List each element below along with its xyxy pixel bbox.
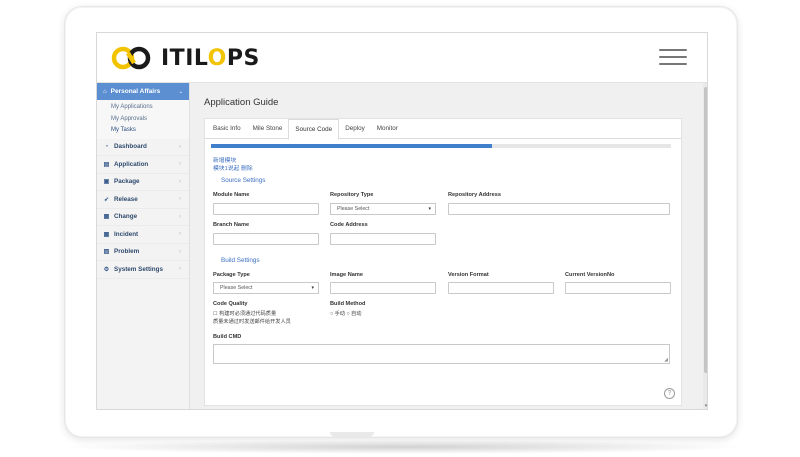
build-method-label: Build Method [330, 301, 366, 307]
repository-address-label: Repository Address [448, 192, 501, 198]
sidebar-item-application[interactable]: ▤ Application › [97, 156, 189, 174]
scrollbar[interactable]: ▾ [703, 83, 707, 409]
brand-logo[interactable]: ITILOPS [111, 45, 260, 71]
page-title: Application Guide [204, 97, 279, 108]
application-icon: ▤ [103, 161, 110, 168]
sidebar-subitem-my-tasks[interactable]: My Tasks [111, 125, 189, 137]
image-name-input[interactable] [330, 282, 436, 294]
repository-address-input[interactable] [448, 203, 670, 215]
module-name-input[interactable] [213, 203, 319, 215]
guide-card: Basic Info Mile Stone Source Code Deploy… [204, 118, 682, 406]
scrollbar-thumb[interactable] [704, 87, 707, 373]
laptop-shadow [60, 440, 750, 454]
sidebar-item-package[interactable]: ▣ Package › [97, 174, 189, 191]
caret-down-icon: ▾ [311, 285, 314, 291]
sidebar-item-change[interactable]: ▦ Change › [97, 209, 189, 226]
sidebar-item-system-settings[interactable]: ⚙ System Settings › [97, 261, 189, 279]
tab-mile-stone[interactable]: Mile Stone [247, 119, 289, 139]
chevron-right-icon: › [179, 231, 181, 238]
resize-grip-icon[interactable]: ◢ [664, 357, 668, 363]
scroll-down-icon[interactable]: ▾ [703, 403, 707, 409]
radio-icon[interactable]: ○ [346, 311, 349, 317]
build-settings-title: Build Settings [221, 257, 260, 264]
sidebar-item-incident[interactable]: ▦ Incident › [97, 226, 189, 244]
app-screen: ITILOPS ⌂ Personal Affairs ⌄ My Applicat… [96, 32, 708, 410]
sidebar-subitem-my-approvals[interactable]: My Approvals [111, 114, 189, 126]
top-bar: ITILOPS [97, 33, 707, 83]
version-format-input[interactable] [448, 282, 554, 294]
home-icon: ⌂ [103, 88, 107, 95]
hamburger-menu-icon[interactable] [659, 49, 687, 67]
tab-monitor[interactable]: Monitor [371, 119, 404, 139]
module-name-label: Module Name [213, 192, 250, 198]
current-version-label: Current VersionNo [565, 272, 615, 278]
sidebar-subitem-my-applications[interactable]: My Applications [111, 102, 189, 114]
code-quality-label: Code Quality [213, 301, 248, 307]
sidebar-item-problem[interactable]: ▨ Problem › [97, 244, 189, 261]
chevron-down-icon: ⌄ [178, 88, 183, 95]
package-type-select[interactable]: Please Select ▾ [213, 282, 319, 294]
tab-bar: Basic Info Mile Stone Source Code Deploy… [205, 119, 681, 140]
progress-bar [211, 144, 671, 148]
branch-name-input[interactable] [213, 233, 319, 245]
image-name-label: Image Name [330, 272, 363, 278]
sidebar-header-label: Personal Affairs [110, 88, 161, 95]
main-content: Application Guide Basic Info Mile Stone … [190, 83, 707, 409]
sidebar-item-dashboard[interactable]: ◔ Dashboard › [97, 139, 189, 156]
radio-icon[interactable]: ○ [330, 311, 333, 317]
code-address-input[interactable] [330, 233, 436, 245]
repository-type-select[interactable]: Please Select ▾ [330, 203, 436, 215]
sidebar: ⌂ Personal Affairs ⌄ My Applications My … [97, 83, 190, 409]
code-quality-note-2: 质量未通过时发送邮件给开发人员 [213, 319, 291, 325]
release-icon: ➶ [103, 196, 110, 203]
chevron-right-icon: › [179, 213, 181, 220]
chevron-right-icon: › [179, 161, 181, 168]
dashboard-icon: ◔ [104, 143, 109, 150]
infinity-logo-icon [111, 46, 151, 70]
tab-source-code[interactable]: Source Code [288, 119, 340, 140]
gear-icon: ⚙ [103, 266, 110, 273]
tab-deploy[interactable]: Deploy [339, 119, 371, 139]
code-quality-option-1[interactable]: ☐ 构建时必须通过代码质量 [213, 311, 276, 319]
repository-type-label: Repository Type [330, 192, 374, 198]
chevron-right-icon: › [179, 196, 181, 203]
problem-icon: ▨ [103, 249, 110, 256]
package-icon: ▣ [103, 179, 110, 186]
progress-fill [211, 144, 492, 148]
incident-icon: ▦ [103, 231, 110, 238]
current-version-input[interactable] [565, 282, 671, 294]
sidebar-item-personal-affairs[interactable]: ⌂ Personal Affairs ⌄ [97, 83, 189, 100]
checkbox-icon[interactable]: ☐ [213, 311, 218, 317]
version-format-label: Version Format [448, 272, 489, 278]
chevron-right-icon: › [179, 266, 181, 273]
laptop-notch [330, 432, 374, 437]
tab-basic-info[interactable]: Basic Info [207, 119, 247, 139]
change-icon: ▦ [103, 214, 110, 221]
build-method-auto[interactable]: 自动 [351, 311, 361, 317]
brand-name: ITILOPS [161, 45, 260, 71]
chevron-right-icon: › [179, 178, 181, 185]
chevron-right-icon: › [179, 248, 181, 255]
caret-down-icon: ▾ [428, 206, 431, 212]
sidebar-item-release[interactable]: ➶ Release › [97, 191, 189, 209]
build-cmd-label: Build CMD [213, 334, 242, 340]
build-method-manual[interactable]: 手动 [335, 311, 345, 317]
chevron-right-icon: › [179, 143, 181, 150]
code-address-label: Code Address [330, 222, 368, 228]
branch-name-label: Branch Name [213, 222, 250, 228]
build-cmd-textarea[interactable]: ◢ [213, 344, 670, 364]
source-settings-title: Source Settings [221, 177, 266, 184]
help-icon[interactable]: ? [664, 388, 675, 399]
module-delete-link[interactable]: 模块1说起 删除 [213, 163, 253, 172]
sidebar-submenu: My Applications My Approvals My Tasks [97, 100, 189, 139]
build-method-options: ○ 手动 ○ 自动 [330, 311, 361, 319]
package-type-label: Package Type [213, 272, 250, 278]
